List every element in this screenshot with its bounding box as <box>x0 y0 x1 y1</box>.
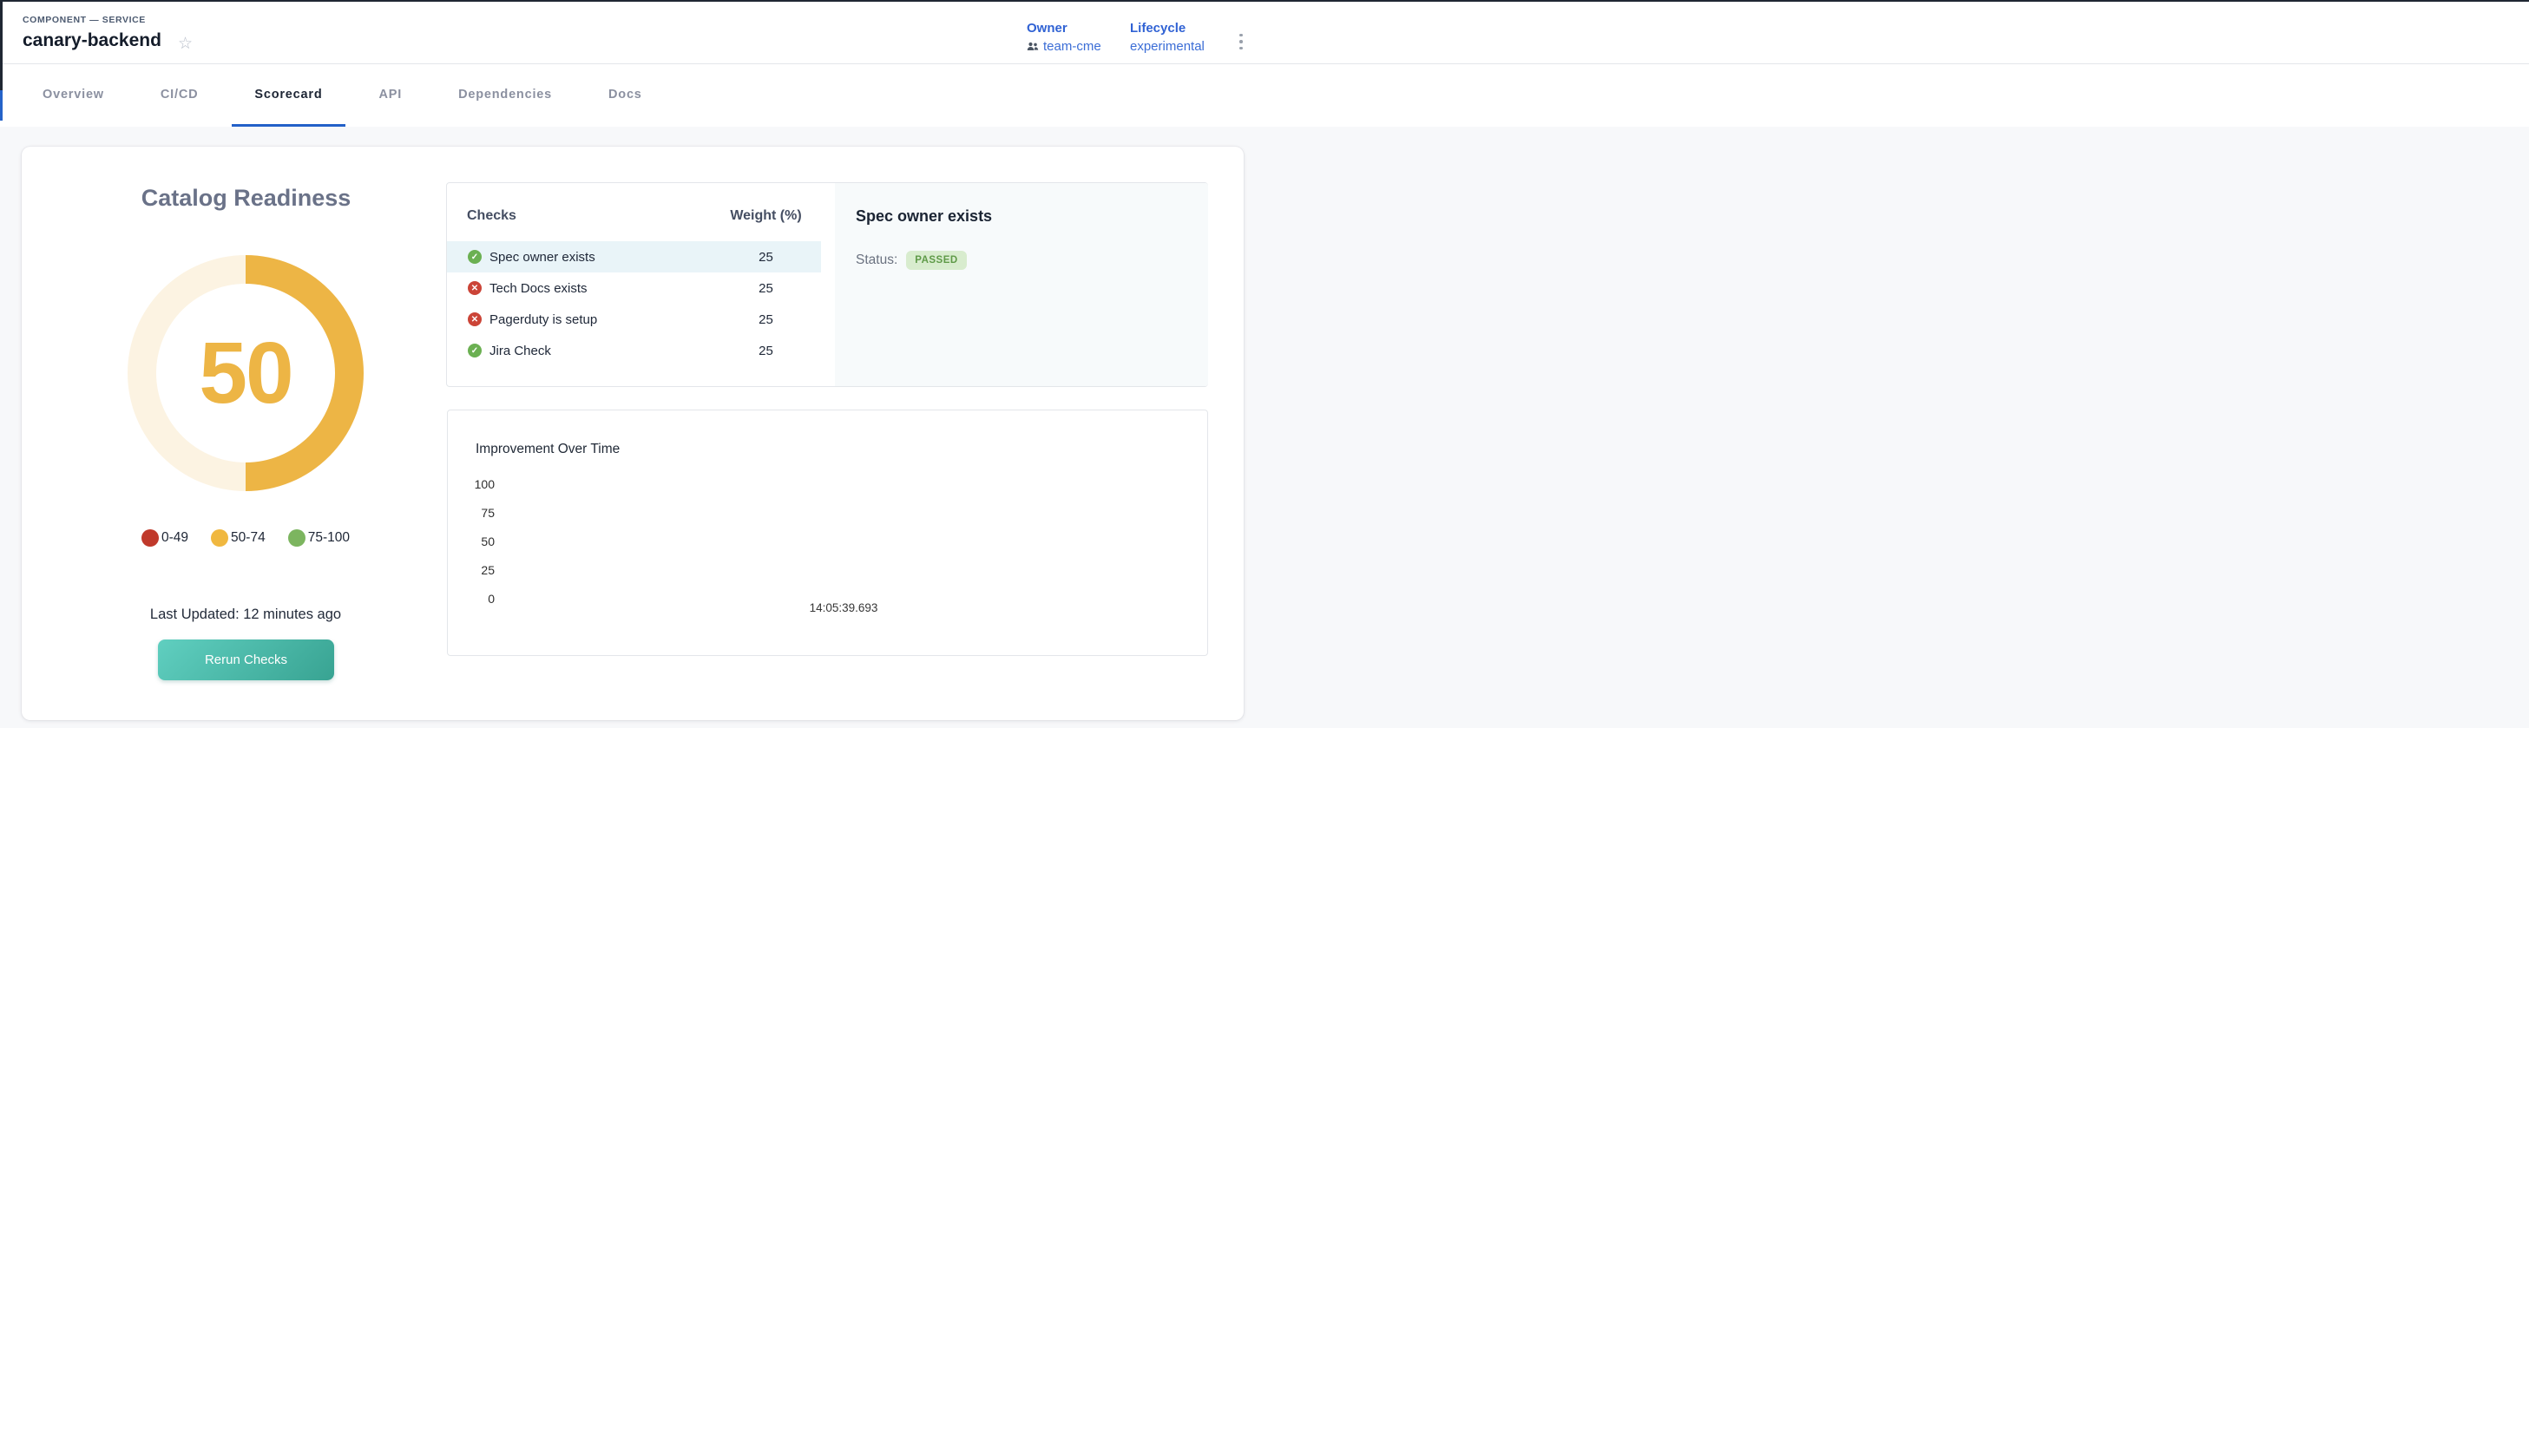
x-axis-tick: 14:05:39.693 <box>783 601 904 614</box>
legend-item-high: 75-100 <box>288 529 350 547</box>
team-icon <box>1027 42 1039 51</box>
page-header: COMPONENT — SERVICE canary-backend ☆ Own… <box>0 2 2529 63</box>
check-weight: 25 <box>729 250 803 265</box>
y-axis-tick: 0 <box>460 592 495 606</box>
y-axis-tick: 100 <box>460 477 495 491</box>
check-row-tech-docs[interactable]: ✕ Tech Docs exists 25 <box>447 272 821 304</box>
scorecard-card: Catalog Readiness 50 0-49 50-74 75-100 L… <box>22 147 1244 720</box>
legend-label: 75-100 <box>308 530 350 546</box>
score-legend: 0-49 50-74 75-100 <box>72 529 419 547</box>
window-top-edge <box>0 0 2529 2</box>
check-passed-icon: ✓ <box>468 344 482 357</box>
tab-dependencies[interactable]: Dependencies <box>436 64 575 127</box>
check-name: Spec owner exists <box>489 250 595 265</box>
check-name: Jira Check <box>489 344 551 358</box>
owner-label: Owner <box>1027 21 1101 36</box>
tab-overview[interactable]: Overview <box>20 64 127 127</box>
checks-panel: Checks Weight (%) ✓ Spec owner exists 25… <box>446 182 1208 387</box>
score-donut-hole: 50 <box>156 284 335 462</box>
more-options-kebab-icon[interactable] <box>1233 29 1249 55</box>
lifecycle-block: Lifecycle experimental <box>1130 21 1205 54</box>
legend-green-dot <box>288 529 305 547</box>
page-title: canary-backend <box>23 30 161 51</box>
check-row-spec-owner[interactable]: ✓ Spec owner exists 25 <box>447 241 821 272</box>
legend-yellow-dot <box>211 529 228 547</box>
legend-label: 0-49 <box>161 530 188 546</box>
check-name: Pagerduty is setup <box>489 312 597 327</box>
tab-scorecard[interactable]: Scorecard <box>232 64 345 127</box>
rerun-checks-button[interactable]: Rerun Checks <box>158 639 334 680</box>
lifecycle-value: experimental <box>1130 39 1205 54</box>
status-badge: PASSED <box>906 251 966 270</box>
y-axis-tick: 25 <box>460 563 495 577</box>
lifecycle-label: Lifecycle <box>1130 21 1205 36</box>
entity-tabs: Overview CI/CD Scorecard API Dependencie… <box>0 63 2529 127</box>
check-failed-icon: ✕ <box>468 312 482 326</box>
content-area: Catalog Readiness 50 0-49 50-74 75-100 L… <box>0 127 2529 728</box>
breadcrumb: COMPONENT — SERVICE <box>23 15 146 25</box>
check-weight: 25 <box>729 312 803 327</box>
window-left-edge <box>0 2 3 90</box>
legend-item-low: 0-49 <box>141 529 188 547</box>
check-detail-title: Spec owner exists <box>856 207 992 226</box>
check-status-row: Status: PASSED <box>856 251 967 270</box>
owner-block: Owner team-cme <box>1027 21 1101 54</box>
y-axis-tick: 75 <box>460 506 495 520</box>
favorite-star-icon[interactable]: ☆ <box>178 34 193 54</box>
last-updated-text: Last Updated: 12 minutes ago <box>72 607 419 623</box>
y-axis-tick: 50 <box>460 535 495 548</box>
sidebar-accent-bar <box>0 90 3 121</box>
tab-api[interactable]: API <box>357 64 425 127</box>
check-row-pagerduty[interactable]: ✕ Pagerduty is setup 25 <box>447 304 821 335</box>
tab-docs[interactable]: Docs <box>586 64 665 127</box>
improvement-chart-panel: Improvement Over Time 100 75 50 25 0 14:… <box>447 410 1208 656</box>
score-value: 50 <box>199 324 292 423</box>
owner-value: team-cme <box>1043 39 1101 54</box>
check-weight: 25 <box>729 281 803 296</box>
weight-column-header: Weight (%) <box>729 208 803 224</box>
tab-cicd[interactable]: CI/CD <box>138 64 220 127</box>
check-passed-icon: ✓ <box>468 250 482 264</box>
check-weight: 25 <box>729 344 803 358</box>
chart-title: Improvement Over Time <box>476 442 620 457</box>
check-detail-panel: Spec owner exists Status: PASSED <box>835 183 1208 386</box>
check-name: Tech Docs exists <box>489 281 588 296</box>
legend-red-dot <box>141 529 159 547</box>
scorecard-title: Catalog Readiness <box>105 185 387 212</box>
check-row-jira[interactable]: ✓ Jira Check 25 <box>447 335 821 366</box>
legend-item-mid: 50-74 <box>211 529 266 547</box>
status-label: Status: <box>856 253 897 268</box>
owner-link[interactable]: team-cme <box>1027 39 1101 54</box>
score-donut-gauge: 50 <box>128 255 364 491</box>
check-failed-icon: ✕ <box>468 281 482 295</box>
checks-column-header: Checks <box>467 208 516 224</box>
legend-label: 50-74 <box>231 530 266 546</box>
